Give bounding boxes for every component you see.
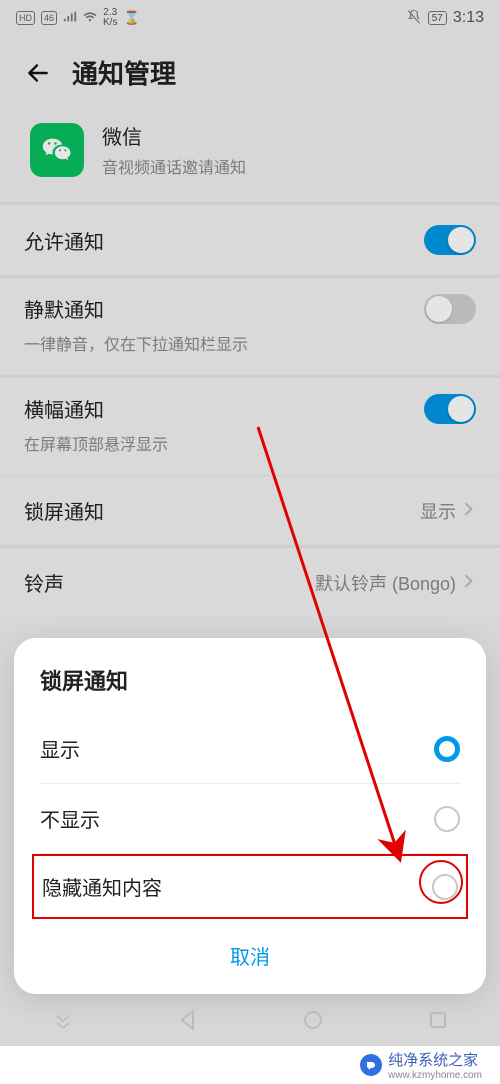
option-label: 显示 xyxy=(40,734,80,763)
option-show[interactable]: 显示 xyxy=(14,714,486,783)
watermark-logo-icon xyxy=(360,1054,382,1076)
sheet-title: 锁屏通知 xyxy=(14,638,486,714)
radio-unselected-icon[interactable] xyxy=(434,806,460,832)
watermark-url: www.kzmyhome.com xyxy=(388,1070,482,1081)
option-label: 隐藏通知内容 xyxy=(42,872,162,901)
nav-back-button[interactable] xyxy=(173,1009,203,1031)
option-hide[interactable]: 不显示 xyxy=(14,784,486,853)
annotation-circle xyxy=(419,860,463,904)
lockscreen-options-sheet: 锁屏通知 显示 不显示 隐藏通知内容 取消 xyxy=(14,638,486,994)
nav-home-button[interactable] xyxy=(298,1009,328,1031)
option-mask-highlighted[interactable]: 隐藏通知内容 xyxy=(32,854,468,919)
nav-recents-button[interactable] xyxy=(423,1010,453,1030)
watermark-brand: 纯净系统之家 xyxy=(388,1052,478,1069)
watermark: 纯净系统之家 www.kzmyhome.com xyxy=(0,1046,500,1084)
cancel-button[interactable]: 取消 xyxy=(14,919,486,994)
radio-selected-icon[interactable] xyxy=(434,736,460,762)
system-nav-bar xyxy=(0,996,500,1044)
option-label: 不显示 xyxy=(40,804,100,833)
hide-keyboard-icon[interactable] xyxy=(48,1010,78,1030)
